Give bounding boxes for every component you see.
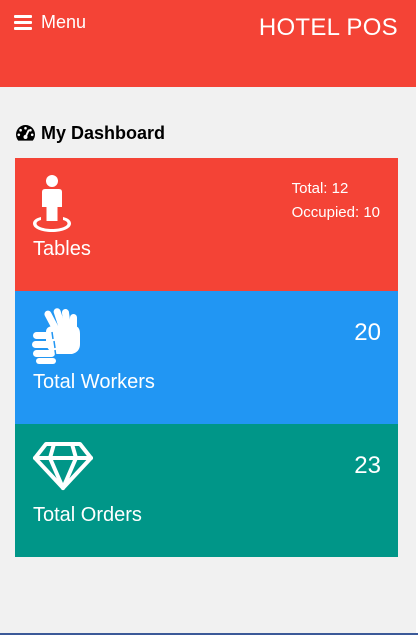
dashboard-title: My Dashboard — [41, 123, 166, 143]
total-workers-card[interactable]: 20 Total Workers — [15, 291, 398, 424]
tables-occupied: Occupied: 10 — [291, 204, 380, 221]
orders-label: Total Orders — [33, 504, 142, 526]
sign-language-hands-icon — [32, 308, 80, 364]
hamburger-icon — [14, 14, 32, 30]
tables-label: Tables — [33, 238, 91, 260]
tables-stats: Total: 12 Occupied: 10 — [292, 177, 380, 225]
person-on-spot-icon — [33, 175, 71, 232]
diamond-icon — [33, 442, 93, 490]
brand-title: HOTEL POS — [258, 14, 398, 41]
app-header: Menu HOTEL POS — [0, 0, 416, 87]
tables-total: Total: 12 — [291, 180, 349, 197]
total-orders-card[interactable]: 23 Total Orders — [15, 424, 398, 557]
workers-label: Total Workers — [33, 371, 155, 393]
dashboard-heading: My Dashboard — [15, 123, 165, 144]
dashboard-cards: Total: 12 Occupied: 10 Tables 20 Total W… — [15, 158, 398, 557]
menu-button[interactable]: Menu — [14, 11, 86, 33]
tables-card[interactable]: Total: 12 Occupied: 10 Tables — [15, 158, 398, 291]
dashboard-gauge-icon — [15, 125, 36, 141]
orders-count: 23 — [354, 452, 381, 479]
menu-label: Menu — [41, 12, 87, 32]
workers-count: 20 — [354, 319, 381, 346]
